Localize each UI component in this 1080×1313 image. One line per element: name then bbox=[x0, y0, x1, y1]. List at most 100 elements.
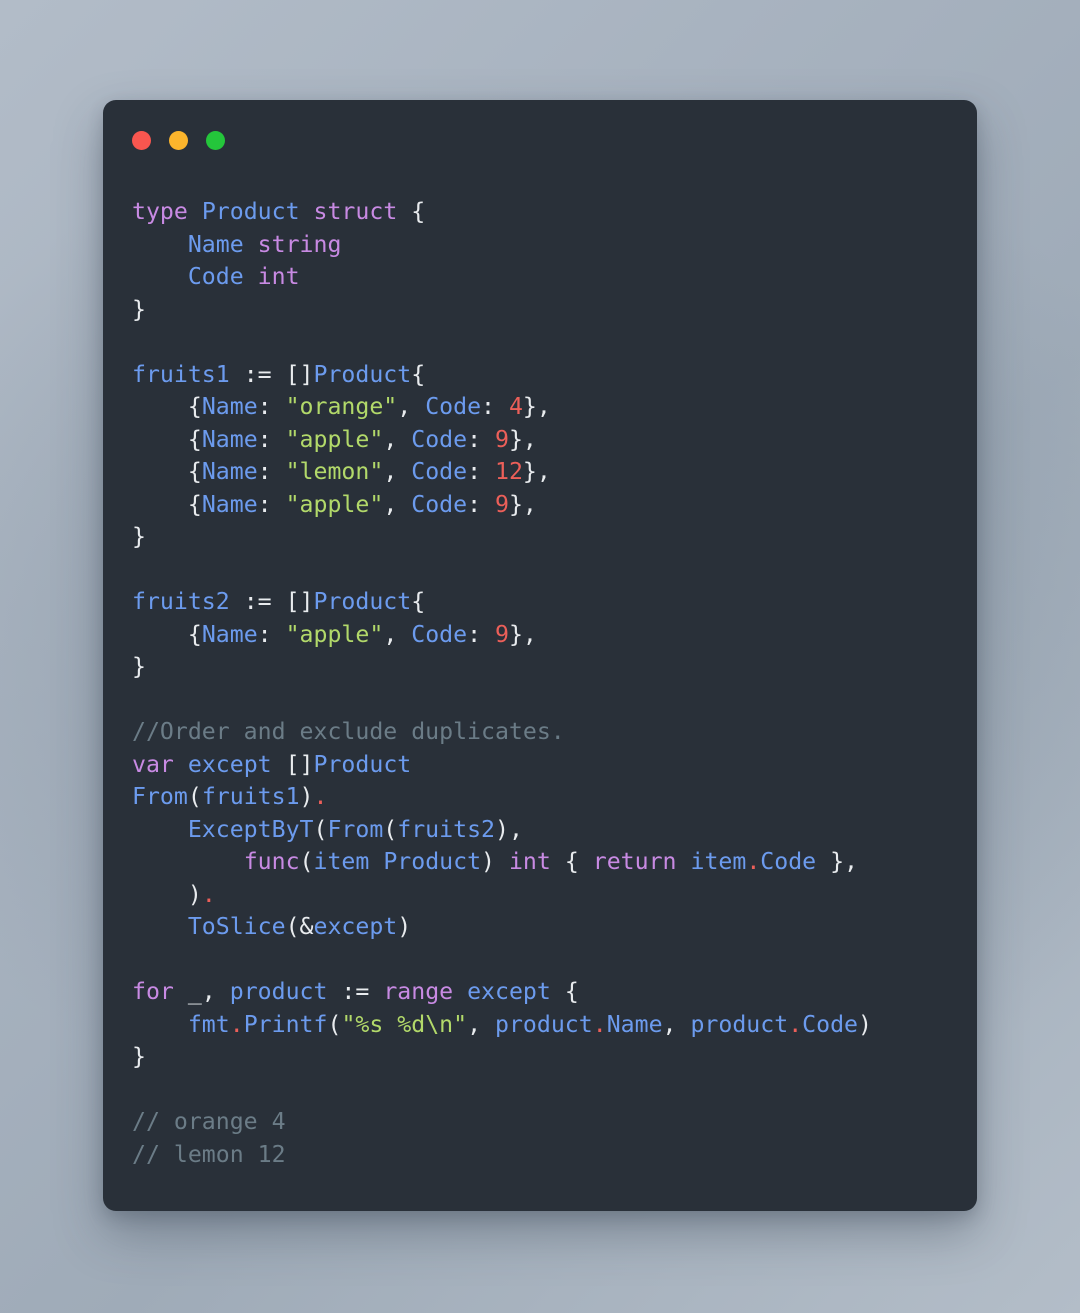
code-token-num: 9 bbox=[495, 490, 509, 518]
code-token-id: Name bbox=[201, 458, 258, 485]
window-titlebar bbox=[103, 100, 977, 180]
code-token-num: 9 bbox=[495, 425, 509, 453]
code-token-kw: int bbox=[257, 263, 300, 290]
code-token-pun: { bbox=[397, 198, 426, 225]
code-token-id: Product bbox=[201, 198, 300, 225]
code-token-id: product bbox=[495, 1010, 593, 1038]
code-line: ExceptByT(From(fruits2), bbox=[132, 814, 969, 847]
code-line: type Product struct { bbox=[132, 196, 969, 229]
code-token-kw: range bbox=[383, 978, 454, 1005]
code-line: } bbox=[132, 521, 969, 554]
code-line: ​ bbox=[132, 326, 969, 359]
code-line: } bbox=[132, 294, 969, 327]
code-token-id: Printf bbox=[243, 1010, 328, 1038]
code-token-pun: { bbox=[132, 425, 202, 453]
code-token-id: Code bbox=[411, 620, 468, 648]
code-line: ToSlice(&except) bbox=[132, 911, 969, 944]
code-token-pun: : bbox=[257, 425, 286, 453]
code-line: ​ bbox=[132, 1074, 969, 1107]
code-token-pun: }, bbox=[508, 490, 537, 518]
code-token-pun: ) bbox=[481, 848, 509, 875]
code-token-pun: ) bbox=[397, 913, 412, 940]
code-token-str: "apple" bbox=[285, 620, 384, 648]
code-token-kw: var bbox=[132, 750, 174, 778]
code-token-dot2: . bbox=[229, 1010, 244, 1038]
code-token-pun: ) bbox=[299, 783, 314, 810]
code-token-pun: ( bbox=[327, 1010, 342, 1038]
code-token-id: item bbox=[313, 848, 370, 875]
code-token-pun: , bbox=[383, 490, 412, 518]
code-token-pun: : bbox=[467, 620, 495, 648]
code-token-id: fmt bbox=[187, 1010, 230, 1038]
code-token-pun: : bbox=[257, 458, 286, 485]
code-line: Name string bbox=[132, 229, 969, 262]
code-token-pun: : bbox=[467, 490, 495, 518]
code-token-pun bbox=[132, 816, 188, 843]
code-token-dot2: . bbox=[201, 880, 216, 908]
code-line: {Name: "lemon", Code: 12}, bbox=[132, 456, 969, 489]
code-token-pun: } bbox=[132, 653, 146, 680]
code-token-com: // orange 4 bbox=[132, 1108, 286, 1135]
code-token-pun: ( bbox=[313, 815, 328, 843]
code-token-pun: } bbox=[132, 1043, 146, 1070]
code-token-pun: { bbox=[132, 393, 202, 420]
code-token-pun: := [] bbox=[229, 360, 314, 388]
code-token-id: Name bbox=[201, 393, 258, 420]
code-token-pun: } bbox=[132, 295, 146, 323]
code-token-pun: , bbox=[397, 393, 426, 420]
code-line: // orange 4 bbox=[132, 1106, 969, 1139]
code-token-id: From bbox=[132, 783, 188, 810]
code-token-pun bbox=[132, 848, 244, 875]
code-token-id: Code bbox=[760, 848, 817, 875]
code-token-id: Code bbox=[187, 263, 244, 290]
code-token-id: ExceptByT bbox=[187, 815, 314, 843]
code-token-pun: _, bbox=[173, 978, 230, 1005]
code-token-pun bbox=[132, 1011, 188, 1038]
code-line: Code int bbox=[132, 261, 969, 294]
code-token-num: 4 bbox=[508, 393, 523, 420]
code-token-pun bbox=[132, 913, 188, 940]
maximize-window-button[interactable] bbox=[206, 130, 225, 150]
code-line: for _, product := range except { bbox=[132, 976, 969, 1009]
code-token-pun: { bbox=[132, 458, 202, 485]
code-token-id: fruits2 bbox=[132, 588, 230, 615]
code-line: ​ bbox=[132, 944, 969, 977]
code-token-str: "apple" bbox=[285, 425, 384, 453]
code-token-pun: ( bbox=[383, 815, 398, 843]
close-window-button[interactable] bbox=[132, 130, 151, 150]
code-token-id: except bbox=[313, 913, 398, 940]
code-token-pun bbox=[300, 198, 314, 225]
code-token-id: fruits2 bbox=[397, 815, 495, 843]
code-token-kw: return bbox=[592, 848, 677, 875]
minimize-window-button[interactable] bbox=[169, 130, 188, 150]
code-token-id: Code bbox=[411, 490, 468, 518]
code-token-pun: }, bbox=[508, 620, 537, 648]
code-line: ). bbox=[132, 879, 969, 912]
code-token-id: except bbox=[187, 750, 272, 778]
code-token-pun: , bbox=[467, 1010, 495, 1038]
code-token-num: 9 bbox=[495, 620, 509, 648]
code-editor[interactable]: type Product struct { Name string Code i… bbox=[132, 196, 969, 1203]
code-token-pun: : bbox=[257, 620, 286, 648]
code-token-pun: , bbox=[662, 1010, 691, 1038]
code-token-pun: ), bbox=[495, 815, 523, 843]
code-token-id: Code bbox=[425, 393, 482, 420]
code-line: //Order and exclude duplicates. bbox=[132, 716, 969, 749]
code-token-str: "%s %d\n" bbox=[341, 1010, 468, 1038]
code-token-pun: , bbox=[383, 425, 412, 453]
code-line: {Name: "apple", Code: 9}, bbox=[132, 424, 969, 457]
code-token-pun: (& bbox=[285, 913, 314, 940]
code-token-pun: { bbox=[550, 978, 579, 1005]
code-token-pun: , bbox=[383, 620, 412, 648]
code-line: {Name: "orange", Code: 4}, bbox=[132, 391, 969, 424]
code-line: func(item Product) int { return item.Cod… bbox=[132, 846, 969, 879]
code-token-pun: : bbox=[257, 393, 286, 420]
code-token-id: fruits1 bbox=[132, 360, 230, 388]
code-token-id: Code bbox=[411, 425, 468, 453]
code-token-id: Name bbox=[606, 1010, 663, 1038]
code-token-pun bbox=[174, 751, 188, 778]
code-token-pun: { bbox=[550, 848, 593, 875]
code-token-id: product bbox=[690, 1010, 789, 1038]
code-line: {Name: "apple", Code: 9}, bbox=[132, 619, 969, 652]
code-token-pun: { bbox=[411, 588, 426, 615]
